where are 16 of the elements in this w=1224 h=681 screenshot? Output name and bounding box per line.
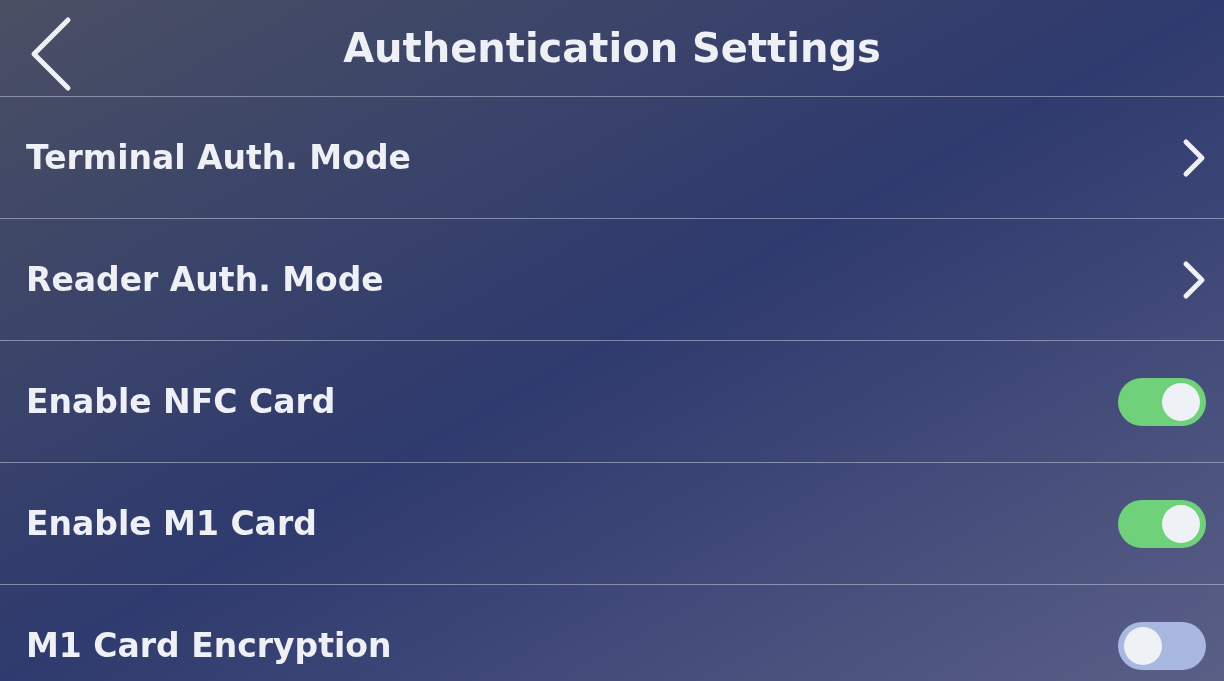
setting-label: Enable NFC Card <box>26 381 336 422</box>
settings-row[interactable]: Reader Auth. Mode <box>0 218 1224 340</box>
toggle-switch[interactable] <box>1118 377 1206 426</box>
toggle-switch[interactable] <box>1118 621 1206 670</box>
setting-label: Terminal Auth. Mode <box>26 137 411 178</box>
chevron-right-icon <box>1182 137 1206 178</box>
settings-row[interactable]: M1 Card Encryption <box>0 584 1224 681</box>
page-title: Authentication Settings <box>343 24 881 73</box>
setting-label: Enable M1 Card <box>26 503 317 544</box>
setting-label: M1 Card Encryption <box>26 625 392 666</box>
settings-row[interactable]: Enable M1 Card <box>0 462 1224 584</box>
chevron-right-icon <box>1182 259 1206 300</box>
toggle-switch[interactable] <box>1118 499 1206 548</box>
settings-row[interactable]: Terminal Auth. Mode <box>0 96 1224 218</box>
settings-row[interactable]: Enable NFC Card <box>0 340 1224 462</box>
setting-label: Reader Auth. Mode <box>26 259 384 300</box>
